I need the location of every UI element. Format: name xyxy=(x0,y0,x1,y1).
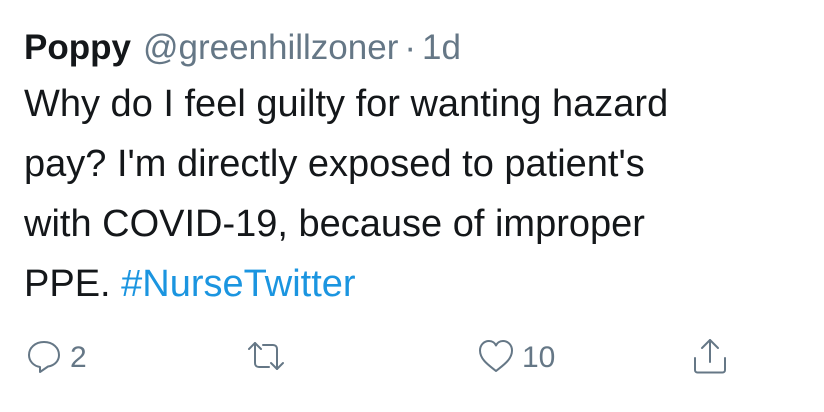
tweet-actions: 2 10 xyxy=(24,336,764,380)
reply-icon xyxy=(24,336,64,381)
tweet-text-line-last: PPE. #NurseTwitter xyxy=(24,254,814,314)
tweet-text: Why do I feel guilty for wanting hazard … xyxy=(24,74,814,314)
retweet-button[interactable] xyxy=(246,336,292,380)
separator-dot: · xyxy=(404,28,416,67)
hashtag-link[interactable]: #NurseTwitter xyxy=(121,263,355,305)
tweet-text-line: pay? I'm directly exposed to patient's xyxy=(24,143,645,185)
tweet: Poppy @greenhillzoner · 1d Why do I feel… xyxy=(24,22,814,314)
display-name[interactable]: Poppy xyxy=(24,22,131,74)
tweet-header: Poppy @greenhillzoner · 1d xyxy=(24,22,814,74)
share-button[interactable] xyxy=(690,336,736,380)
timestamp[interactable]: 1d xyxy=(422,22,461,74)
like-count: 10 xyxy=(522,341,556,374)
tweet-text-line: Why do I feel guilty for wanting hazard xyxy=(24,83,669,125)
tweet-text-prefix: PPE. xyxy=(24,263,111,305)
reply-count: 2 xyxy=(70,341,87,374)
retweet-icon xyxy=(246,336,286,381)
like-button[interactable]: 10 xyxy=(476,336,555,380)
share-icon xyxy=(690,336,730,381)
user-handle[interactable]: @greenhillzoner xyxy=(143,22,398,74)
tweet-text-line: with COVID-19, because of improper xyxy=(24,203,645,245)
reply-button[interactable]: 2 xyxy=(24,336,87,380)
heart-icon xyxy=(476,336,516,381)
